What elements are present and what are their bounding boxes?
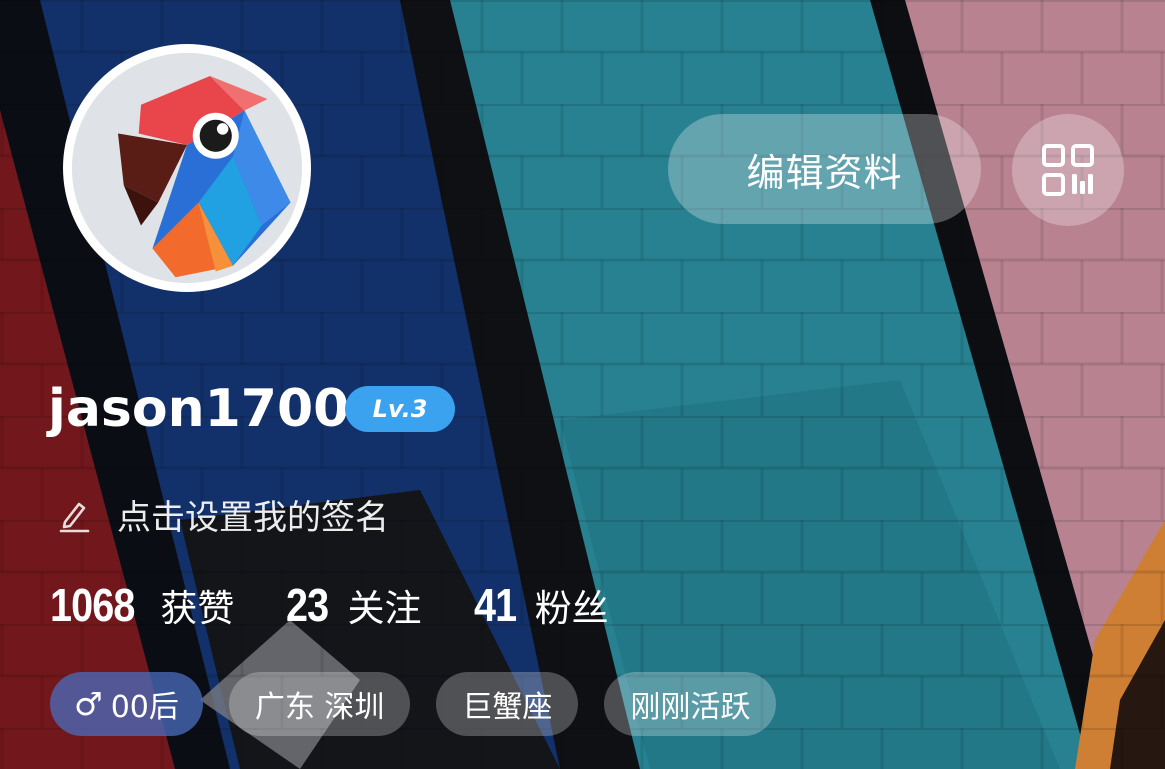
username: jason1700: [48, 379, 350, 439]
profile-stats: 1068 获赞 23 关注 41 粉丝: [50, 578, 661, 632]
tag-location-label: 广东 深圳: [254, 690, 385, 725]
likes-label: 获赞: [160, 587, 235, 630]
followers-label: 粉丝: [534, 587, 609, 630]
tag-age-label: 00后: [110, 690, 179, 725]
following-label: 关注: [347, 587, 422, 630]
signature-text: 点击设置我的签名: [117, 498, 389, 538]
profile-header: 编辑资料 jason1700 Lv.3 点击设置我的签名 1068 获赞 23: [0, 0, 1165, 769]
edit-profile-button[interactable]: 编辑资料: [668, 114, 981, 224]
level-label: Lv.3: [372, 395, 428, 423]
following-count: 23: [286, 579, 329, 631]
level-badge: Lv.3: [345, 386, 455, 432]
edit-profile-label: 编辑资料: [746, 150, 903, 195]
followers-count: 41: [473, 579, 517, 631]
stat-followers[interactable]: 41 粉丝: [474, 578, 609, 632]
stat-following[interactable]: 23 关注: [286, 578, 421, 632]
tag-location[interactable]: 广东 深圳: [228, 672, 411, 736]
parrot-avatar-icon: [72, 53, 302, 283]
pencil-icon: [59, 502, 90, 532]
male-icon: ♂: [74, 685, 103, 723]
tag-zodiac-label: 巨蟹座: [462, 690, 553, 725]
qr-code-button[interactable]: [1012, 114, 1124, 226]
tag-activity-label: 刚刚活跃: [630, 690, 751, 725]
tag-gender-age[interactable]: ♂ 00后: [50, 672, 203, 736]
stat-likes[interactable]: 1068 获赞: [50, 578, 234, 632]
avatar[interactable]: [63, 44, 311, 292]
profile-tags: ♂ 00后 广东 深圳 巨蟹座 刚刚活跃: [50, 672, 777, 736]
tag-zodiac[interactable]: 巨蟹座: [436, 672, 579, 736]
likes-count: 1068: [50, 579, 135, 631]
qr-code-icon: [1042, 144, 1094, 196]
tag-activity[interactable]: 刚刚活跃: [604, 672, 777, 736]
signature-prompt[interactable]: 点击设置我的签名: [55, 490, 389, 539]
